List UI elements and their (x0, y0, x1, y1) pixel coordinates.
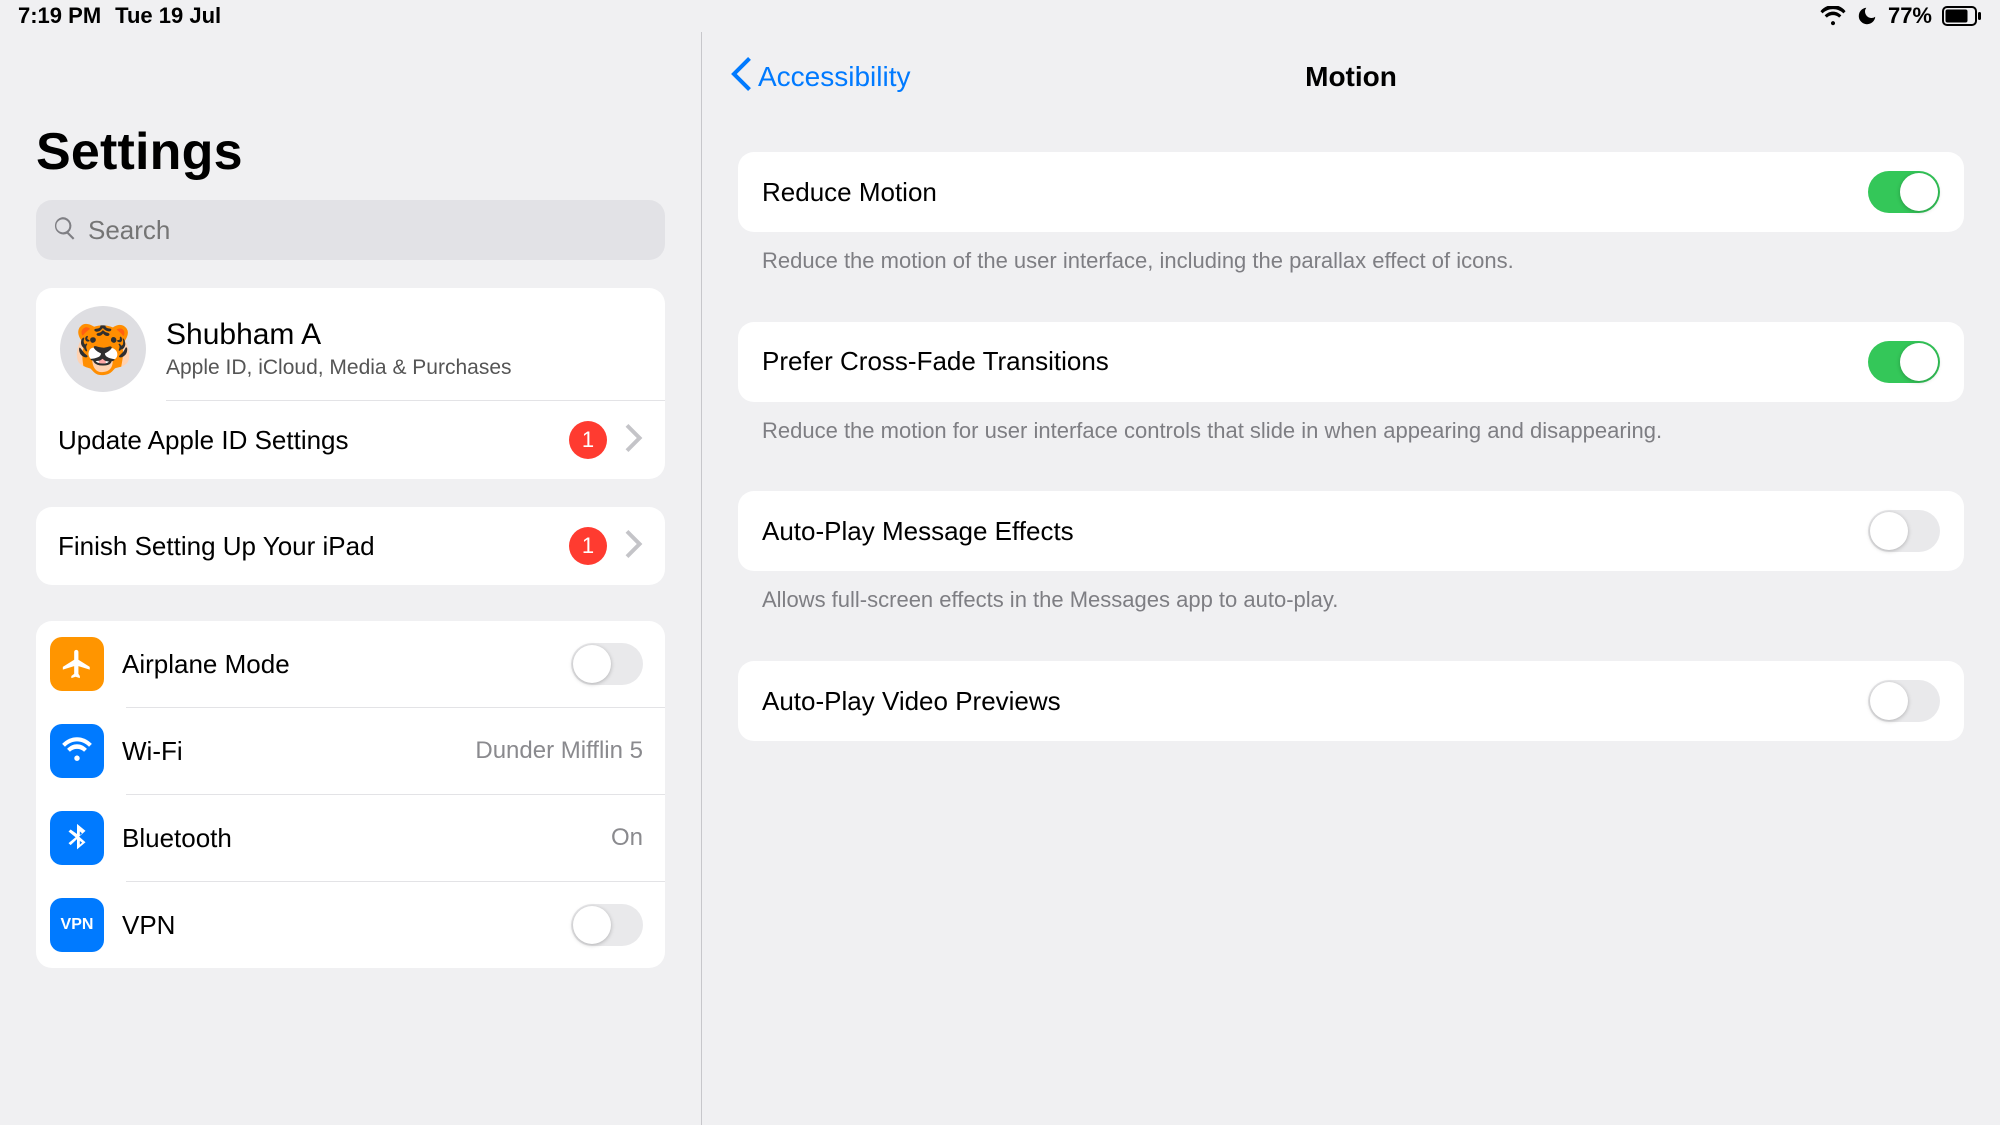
wifi-label: Wi-Fi (122, 736, 457, 767)
bluetooth-icon (50, 811, 104, 865)
autoplay-video-label: Auto-Play Video Previews (762, 686, 1868, 717)
do-not-disturb-icon (1856, 5, 1878, 27)
cross-fade-row[interactable]: Prefer Cross-Fade Transitions (738, 322, 1964, 402)
status-bar: 7:19 PM Tue 19 Jul 77% (0, 0, 2000, 32)
airplane-mode-row[interactable]: Airplane Mode (36, 621, 665, 707)
account-subtitle: Apple ID, iCloud, Media & Purchases (166, 356, 512, 380)
finish-setup-card: Finish Setting Up Your iPad 1 (36, 507, 665, 585)
page-title: Settings (36, 122, 665, 182)
account-name: Shubham A (166, 318, 512, 352)
vpn-switch[interactable] (571, 904, 643, 946)
status-date: Tue 19 Jul (115, 3, 221, 29)
status-time: 7:19 PM (18, 3, 101, 29)
reduce-motion-row[interactable]: Reduce Motion (738, 152, 1964, 232)
airplane-icon (50, 637, 104, 691)
wifi-icon (50, 724, 104, 778)
back-label: Accessibility (758, 61, 910, 93)
autoplay-video-switch[interactable] (1868, 680, 1940, 722)
network-card: Airplane Mode Wi-Fi Dunder Mifflin 5 (36, 621, 665, 968)
vpn-label: VPN (122, 910, 553, 941)
search-input[interactable] (36, 200, 665, 260)
reduce-motion-footer: Reduce the motion of the user interface,… (738, 232, 1964, 276)
back-button[interactable]: Accessibility (730, 57, 910, 98)
finish-setup-row[interactable]: Finish Setting Up Your iPad 1 (36, 507, 665, 585)
detail-pane: Accessibility Motion Reduce Motion Reduc… (702, 32, 2000, 1125)
update-apple-id-label: Update Apple ID Settings (58, 425, 551, 456)
chevron-left-icon (730, 57, 752, 98)
account-row[interactable]: 🐯 Shubham A Apple ID, iCloud, Media & Pu… (36, 288, 665, 400)
reduce-motion-switch[interactable] (1868, 171, 1940, 213)
autoplay-message-label: Auto-Play Message Effects (762, 516, 1868, 547)
wifi-icon (1820, 6, 1846, 26)
cross-fade-switch[interactable] (1868, 341, 1940, 383)
airplane-mode-label: Airplane Mode (122, 649, 553, 680)
cross-fade-label: Prefer Cross-Fade Transitions (762, 346, 1868, 377)
wifi-row[interactable]: Wi-Fi Dunder Mifflin 5 (36, 708, 665, 794)
vpn-row[interactable]: VPN VPN (36, 882, 665, 968)
cross-fade-footer: Reduce the motion for user interface con… (738, 402, 1964, 446)
sidebar: Settings 🐯 Shubham A Apple ID, iCloud, M… (0, 32, 702, 1125)
search-field[interactable] (88, 215, 649, 246)
chevron-right-icon (625, 424, 643, 457)
autoplay-message-switch[interactable] (1868, 510, 1940, 552)
finish-setup-label: Finish Setting Up Your iPad (58, 531, 551, 562)
notification-badge: 1 (569, 527, 607, 565)
search-icon (52, 215, 78, 246)
airplane-mode-switch[interactable] (571, 643, 643, 685)
battery-icon (1942, 6, 1982, 26)
autoplay-video-row[interactable]: Auto-Play Video Previews (738, 661, 1964, 741)
reduce-motion-label: Reduce Motion (762, 177, 1868, 208)
battery-percent: 77% (1888, 3, 1932, 29)
vpn-icon: VPN (50, 898, 104, 952)
bluetooth-row[interactable]: Bluetooth On (36, 795, 665, 881)
notification-badge: 1 (569, 421, 607, 459)
bluetooth-value: On (611, 824, 643, 852)
nav-bar: Accessibility Motion (702, 32, 2000, 122)
autoplay-message-footer: Allows full-screen effects in the Messag… (738, 571, 1964, 615)
autoplay-message-row[interactable]: Auto-Play Message Effects (738, 491, 1964, 571)
update-apple-id-row[interactable]: Update Apple ID Settings 1 (36, 401, 665, 479)
detail-title: Motion (1305, 61, 1397, 93)
chevron-right-icon (625, 530, 643, 563)
avatar: 🐯 (60, 306, 146, 392)
account-card: 🐯 Shubham A Apple ID, iCloud, Media & Pu… (36, 288, 665, 479)
wifi-value: Dunder Mifflin 5 (475, 737, 643, 765)
bluetooth-label: Bluetooth (122, 823, 593, 854)
